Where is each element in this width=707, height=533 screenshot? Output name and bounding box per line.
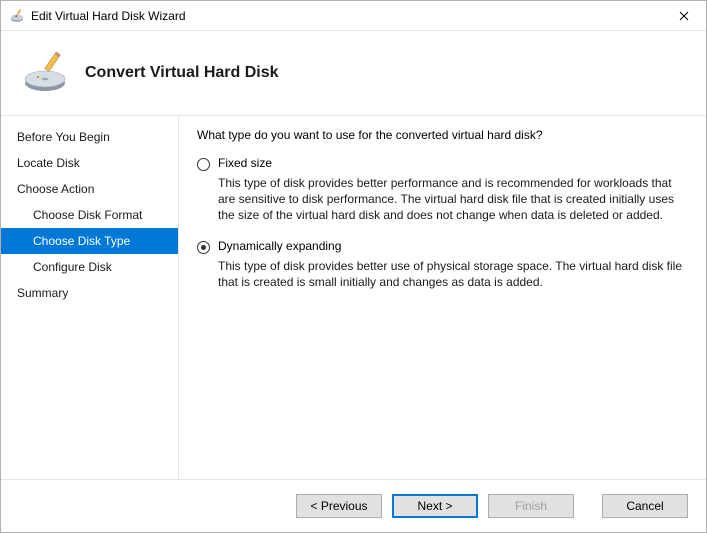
- cancel-button[interactable]: Cancel: [602, 494, 688, 518]
- step-configure-disk[interactable]: Configure Disk: [1, 254, 178, 280]
- step-summary[interactable]: Summary: [1, 280, 178, 306]
- window-title: Edit Virtual Hard Disk Wizard: [31, 9, 661, 23]
- page-title: Convert Virtual Hard Disk: [85, 64, 279, 82]
- option-dynamically-expanding-label: Dynamically expanding: [218, 239, 341, 253]
- titlebar: Edit Virtual Hard Disk Wizard: [1, 1, 706, 31]
- option-fixed-size-label: Fixed size: [218, 156, 272, 170]
- option-fixed-size-desc: This type of disk provides better perfor…: [218, 175, 684, 223]
- wizard-steps-sidebar: Before You Begin Locate Disk Choose Acti…: [1, 116, 179, 479]
- option-dynamically-expanding[interactable]: Dynamically expanding: [197, 239, 684, 254]
- wizard-header: Convert Virtual Hard Disk: [1, 31, 706, 115]
- option-fixed-size[interactable]: Fixed size: [197, 156, 684, 171]
- step-choose-action[interactable]: Choose Action: [1, 176, 178, 202]
- app-icon: [9, 8, 25, 24]
- next-button[interactable]: Next >: [392, 494, 478, 518]
- main-panel: What type do you want to use for the con…: [179, 116, 706, 479]
- step-choose-disk-type[interactable]: Choose Disk Type: [1, 228, 178, 254]
- radio-fixed-size[interactable]: [197, 158, 210, 171]
- disk-edit-icon: [21, 49, 69, 97]
- step-before-you-begin[interactable]: Before You Begin: [1, 124, 178, 150]
- step-choose-disk-format[interactable]: Choose Disk Format: [1, 202, 178, 228]
- close-button[interactable]: [661, 1, 706, 31]
- step-locate-disk[interactable]: Locate Disk: [1, 150, 178, 176]
- prompt-text: What type do you want to use for the con…: [197, 128, 684, 142]
- radio-dynamically-expanding[interactable]: [197, 241, 210, 254]
- finish-button: Finish: [488, 494, 574, 518]
- previous-button[interactable]: < Previous: [296, 494, 382, 518]
- wizard-footer: < Previous Next > Finish Cancel: [1, 479, 706, 532]
- content-area: Before You Begin Locate Disk Choose Acti…: [1, 115, 706, 479]
- option-dynamically-expanding-desc: This type of disk provides better use of…: [218, 258, 684, 290]
